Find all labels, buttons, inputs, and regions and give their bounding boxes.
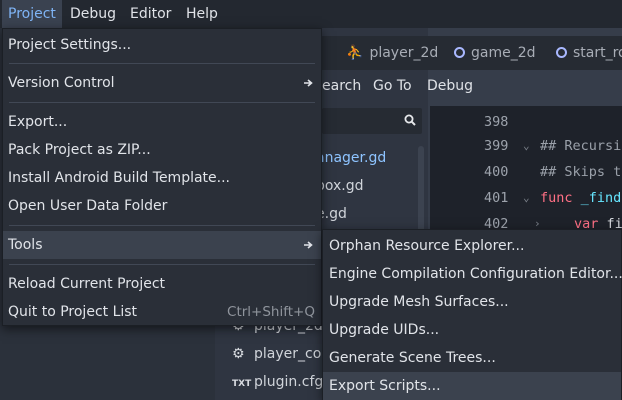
menu-item-generate-scene-trees[interactable]: Generate Scene Trees... (323, 344, 621, 372)
menu-item-label: Reload Current Project (8, 276, 166, 292)
menu-item-pack-zip[interactable]: Pack Project as ZIP... (3, 136, 321, 164)
code-text: ## Recursi (540, 138, 622, 154)
code-text: ## Skips t (540, 164, 622, 180)
menu-item-project-settings[interactable]: Project Settings... (3, 31, 321, 59)
list-item[interactable]: TXT plugin.cfg (232, 368, 323, 396)
menu-item-orphan-resource-explorer[interactable]: Orphan Resource Explorer... (323, 232, 621, 260)
circle-icon (556, 47, 567, 58)
menu-item-export[interactable]: Export... (3, 108, 321, 136)
menu-item-label: Open User Data Folder (8, 198, 168, 214)
menu-item-label: Project Settings... (8, 37, 132, 53)
list-item[interactable]: box.gd (316, 172, 364, 200)
code-text: func _find (540, 184, 621, 212)
menu-item-quit-to-project-list[interactable]: Quit to Project List Ctrl+Shift+Q (3, 298, 321, 326)
menu-separator (9, 225, 315, 226)
player-scene-icon: ⛹ (346, 45, 364, 61)
project-menu: Project Settings... Version Control Expo… (2, 28, 322, 326)
menu-debug-script[interactable]: Debug (427, 72, 473, 100)
menu-item-open-user-data[interactable]: Open User Data Folder (3, 192, 321, 220)
line-number: 401 (484, 190, 509, 206)
menu-go-to[interactable]: Go To (373, 72, 412, 100)
list-item[interactable]: ⚙ player_con (232, 340, 330, 368)
menu-separator (9, 102, 315, 103)
menu-separator (9, 63, 315, 64)
menubar: Project Debug Editor Help (0, 0, 622, 28)
menu-item-engine-compilation-config[interactable]: Engine Compilation Configuration Editor.… (323, 260, 622, 288)
menu-project[interactable]: Project (2, 0, 62, 28)
gear-icon: ⚙ (232, 346, 245, 362)
file-label: box.gd (316, 178, 364, 194)
menu-separator (9, 264, 315, 265)
menu-item-label: Tools (8, 237, 43, 253)
menu-item-install-android-template[interactable]: Install Android Build Template... (3, 164, 321, 192)
menu-help[interactable]: Help (180, 0, 224, 28)
submenu-arrow-icon (304, 241, 313, 249)
line-number: 400 (484, 164, 509, 180)
menu-item-label: Upgrade Mesh Surfaces... (329, 294, 509, 310)
search-icon (404, 114, 416, 126)
menu-item-upgrade-uids[interactable]: Upgrade UIDs... (323, 316, 621, 344)
menu-debug[interactable]: Debug (64, 0, 122, 28)
menu-item-label: Generate Scene Trees... (329, 350, 496, 366)
menu-item-label: Export Scripts... (329, 378, 441, 394)
list-item[interactable]: anager.gd (316, 144, 386, 172)
code-function: _find (580, 190, 622, 206)
menu-item-label: Engine Compilation Configuration Editor.… (329, 266, 622, 282)
shortcut-label: Ctrl+Shift+Q (227, 304, 315, 320)
tab-game-2d[interactable]: game_2d (454, 36, 536, 70)
menu-search[interactable]: earch (322, 72, 361, 100)
tools-submenu: Orphan Resource Explorer... Engine Compi… (322, 229, 622, 400)
menu-item-label: Orphan Resource Explorer... (329, 238, 525, 254)
line-number: 399 (484, 138, 509, 154)
menu-item-label: Quit to Project List (8, 304, 138, 320)
fold-arrow-icon[interactable]: ⌄ (523, 132, 530, 160)
tab-player-2d[interactable]: ⛹ player_2d (346, 36, 438, 70)
file-label: player_con (254, 346, 331, 362)
tab-label: player_2d (369, 45, 439, 61)
fold-arrow-icon[interactable]: ⌄ (523, 184, 530, 212)
text-file-icon: TXT (232, 379, 252, 389)
tab-start-ro[interactable]: start_ro (556, 36, 622, 70)
menu-item-label: Version Control (8, 75, 115, 91)
menu-item-export-scripts[interactable]: Export Scripts... (323, 372, 621, 400)
circle-icon (454, 47, 465, 58)
menu-item-version-control[interactable]: Version Control (3, 69, 321, 97)
submenu-arrow-icon (304, 79, 313, 87)
menu-item-upgrade-mesh-surfaces[interactable]: Upgrade Mesh Surfaces... (323, 288, 621, 316)
code-keyword: func (540, 190, 573, 206)
menu-item-label: Pack Project as ZIP... (8, 142, 151, 158)
tab-label: game_2d (471, 45, 536, 61)
menu-item-reload-project[interactable]: Reload Current Project (3, 270, 321, 298)
filter-scripts-input[interactable] (322, 108, 422, 134)
menu-item-label: Install Android Build Template... (8, 170, 230, 186)
scene-tabs: ⛹ player_2d game_2d start_ro (322, 36, 622, 70)
menu-item-label: Export... (8, 114, 68, 130)
menu-item-label: Upgrade UIDs... (329, 322, 440, 338)
menu-editor[interactable]: Editor (124, 0, 177, 28)
file-label: anager.gd (316, 150, 387, 166)
file-label: plugin.cfg (254, 374, 324, 390)
tab-label: start_ro (573, 45, 622, 61)
menu-item-tools[interactable]: Tools (3, 231, 321, 259)
